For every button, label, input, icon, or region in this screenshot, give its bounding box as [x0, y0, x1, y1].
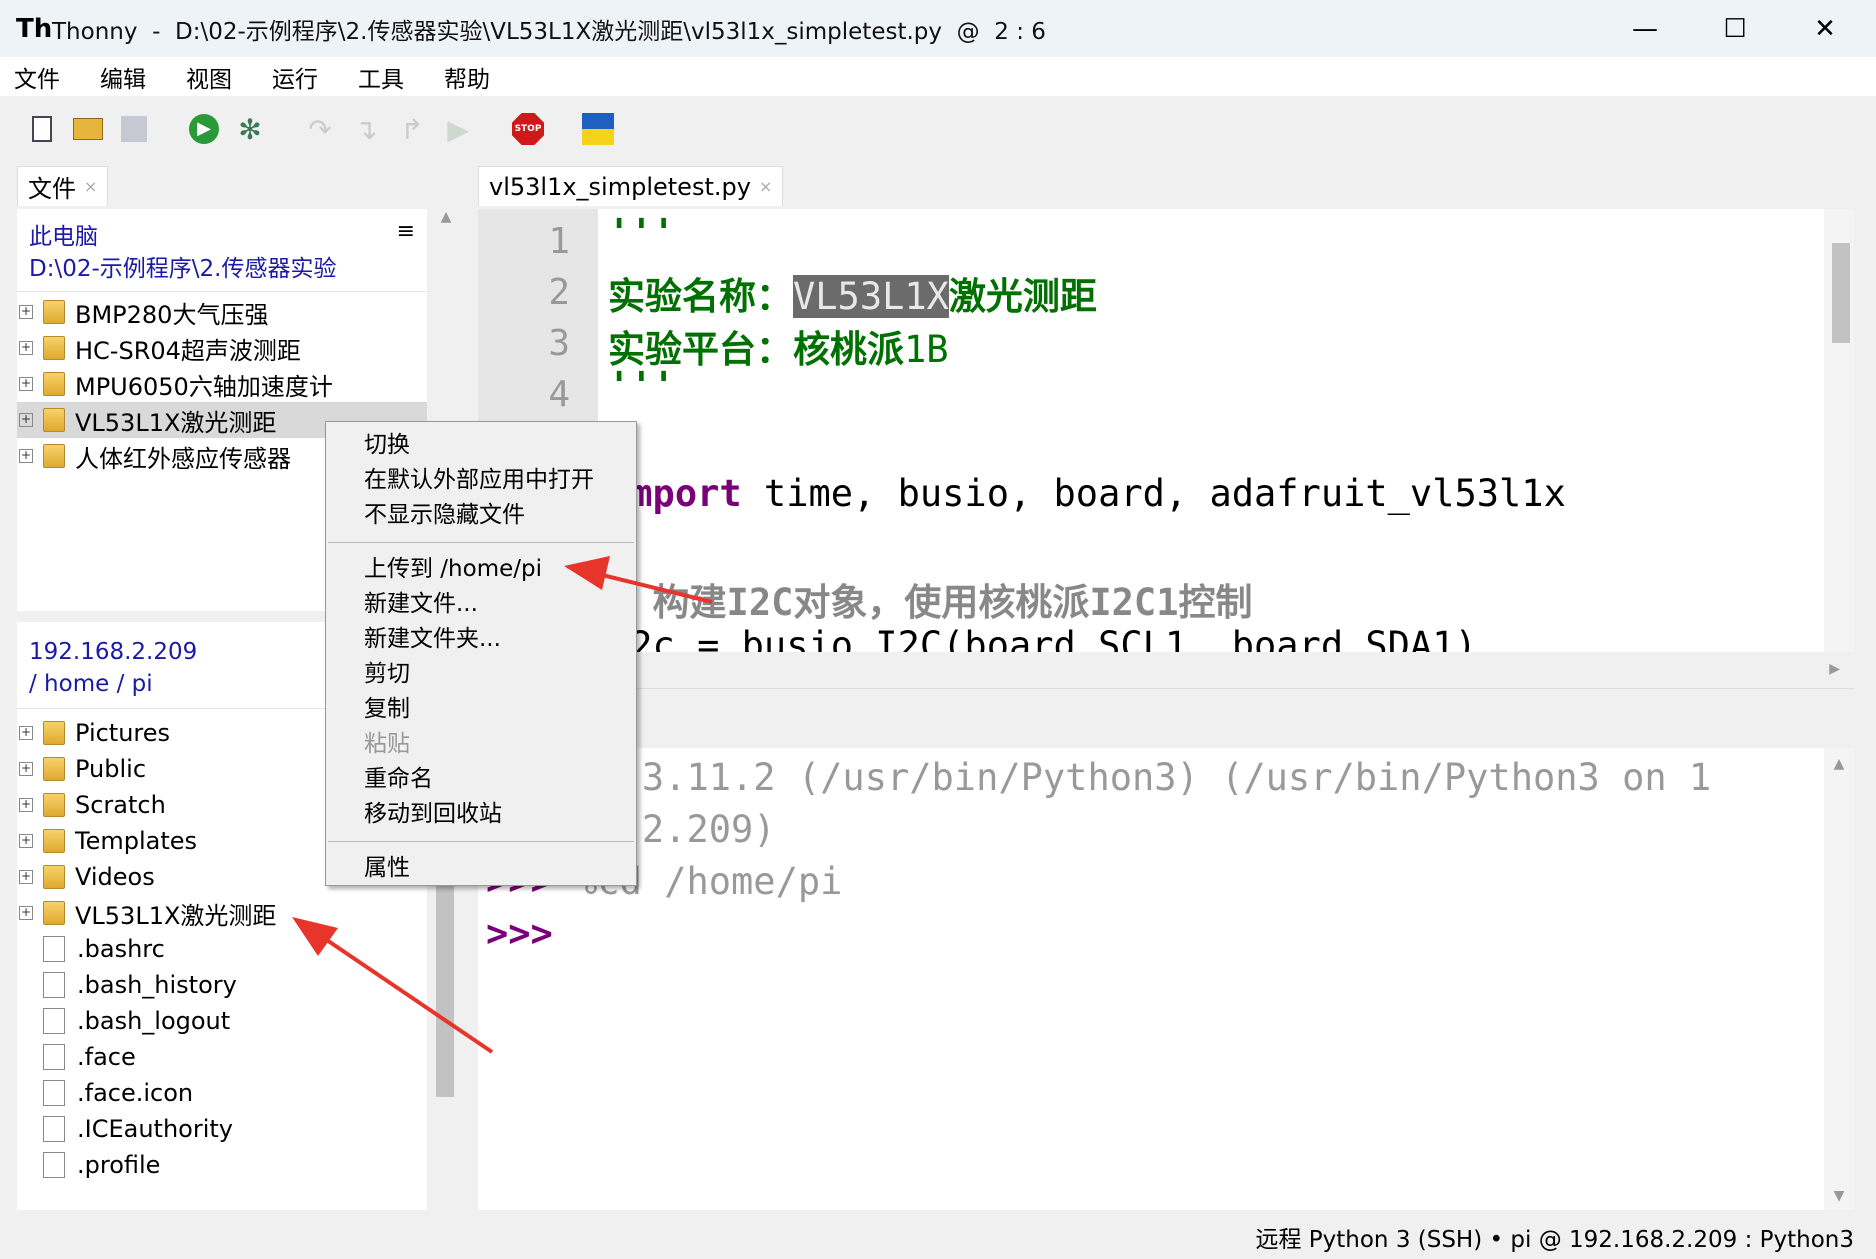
- arrow-to-upload: [589, 570, 713, 604]
- arrow-head: [564, 556, 610, 590]
- annotation-arrows: [292, 556, 713, 1054]
- arrow-to-folder: [313, 930, 494, 1054]
- arrow-head: [292, 917, 338, 956]
